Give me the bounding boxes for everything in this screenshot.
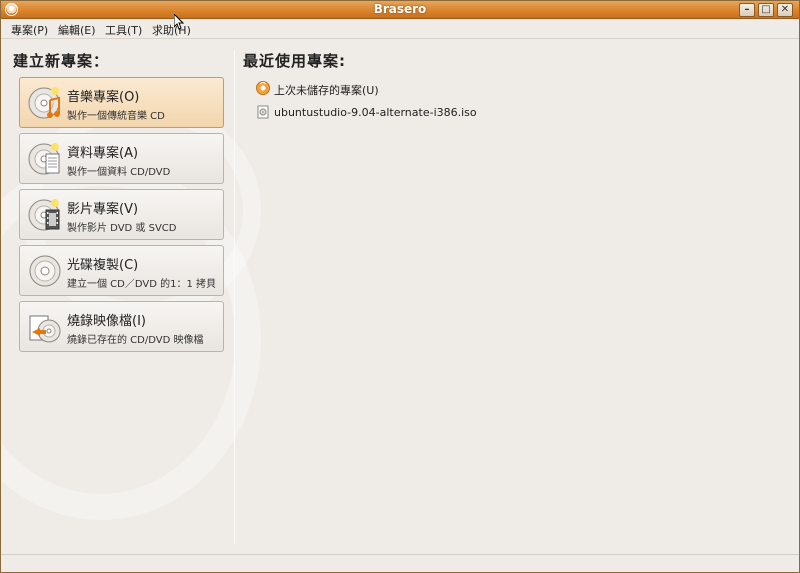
project-label: 影片專案(V) [67,202,139,217]
project-description: 燒錄已存在的 CD/DVD 映像檔 [67,335,204,346]
minimize-button[interactable]: – [739,3,755,17]
brasero-project-icon [256,81,270,95]
status-bar [1,554,799,572]
project-description: 建立一個 CD／DVD 的1：1 拷貝 [67,279,217,290]
maximize-icon: □ [761,4,771,15]
burn-image-button[interactable]: 燒錄映像檔(I) 燒錄已存在的 CD/DVD 映像檔 [19,301,224,352]
project-label: 燒錄映像檔(I) [67,314,146,329]
recent-projects-heading: 最近使用專案: [243,52,346,70]
minimize-icon: – [744,4,750,15]
project-label: 資料專案(A) [67,146,139,161]
menu-project[interactable]: 專案(P) [11,22,48,38]
data-disc-icon [28,143,60,175]
menu-tools[interactable]: 工具(T) [105,22,142,38]
recent-item-label: 上次未儲存的專案(U) [274,84,379,97]
burn-image-icon [29,315,61,343]
maximize-button[interactable]: □ [758,3,774,17]
mouse-cursor-icon [174,14,184,30]
close-icon: ✕ [780,4,790,15]
new-project-heading: 建立新專案： [13,52,110,70]
main-content: 建立新專案： 音樂專案(O) 製作一個傳統音樂 CD 資料專案(A) 製作一個資… [1,40,799,554]
project-label: 光碟複製(C) [67,258,139,273]
project-description: 製作影片 DVD 或 SVCD [67,223,177,234]
project-label: 音樂專案(O) [67,90,140,105]
disc-copy-button[interactable]: 光碟複製(C) 建立一個 CD／DVD 的1：1 拷貝 [19,245,224,296]
menu-edit[interactable]: 編輯(E) [58,22,96,38]
close-button[interactable]: ✕ [777,3,793,17]
project-description: 製作一個傳統音樂 CD [67,111,165,122]
recent-item-iso[interactable]: ubuntustudio-9.04-alternate-i386.iso [256,104,477,122]
audio-cd-icon [28,87,60,119]
title-bar[interactable]: Brasero – □ ✕ [1,1,799,19]
video-disc-icon [28,199,60,231]
disc-copy-icon [29,255,61,287]
recent-item-label: ubuntustudio-9.04-alternate-i386.iso [274,106,477,119]
pane-divider [234,50,235,544]
data-project-button[interactable]: 資料專案(A) 製作一個資料 CD/DVD [19,133,224,184]
project-description: 製作一個資料 CD/DVD [67,167,171,178]
audio-project-button[interactable]: 音樂專案(O) 製作一個傳統音樂 CD [19,77,224,128]
video-project-button[interactable]: 影片專案(V) 製作影片 DVD 或 SVCD [19,189,224,240]
recent-item-unsaved[interactable]: 上次未儲存的專案(U) [256,80,456,98]
menu-bar: 專案(P) 編輯(E) 工具(T) 求助(H) [1,19,799,39]
window-title: Brasero [373,2,427,16]
menu-help[interactable]: 求助(H) [152,22,191,38]
iso-file-icon [257,105,269,119]
app-window: Brasero – □ ✕ 專案(P) 編輯(E) 工具(T) 求助(H) 建立… [0,0,800,573]
